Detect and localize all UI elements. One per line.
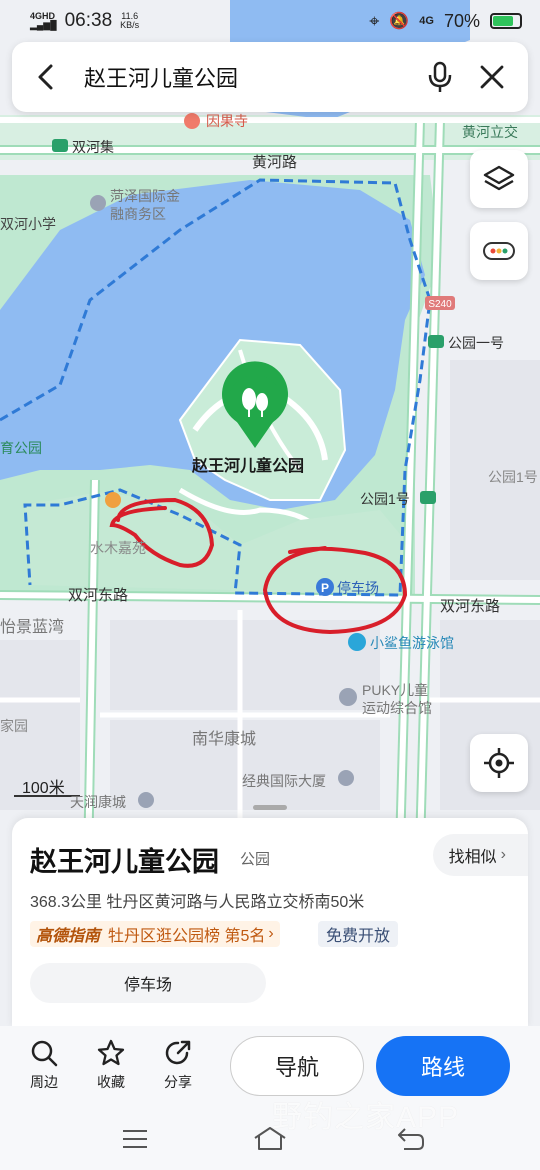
poi-shuanghe-ji[interactable]: 双河集 (72, 137, 114, 157)
nearby-button[interactable]: 周边 (19, 1038, 69, 1092)
share-icon (165, 1040, 191, 1065)
place-address: 368.3公里 牡丹区黄河路与人民路立交桥南50米 (30, 894, 365, 911)
poi-yinguo-temple[interactable]: 因果寺 (206, 111, 248, 131)
swimming-icon (348, 633, 366, 651)
place-card[interactable]: 赵王河儿童公园 公园 找相似 › 368.3公里 牡丹区黄河路与人民路立交桥南5… (12, 818, 528, 1028)
place-title: 赵王河儿童公园 (30, 847, 219, 877)
back-arrow-icon (38, 64, 53, 90)
star-icon (97, 1039, 125, 1066)
poi-shuanghe-school[interactable]: 双河小学 (0, 214, 56, 234)
chevron-right-icon: › (500, 846, 506, 863)
free-tag: 免费开放 (318, 921, 399, 947)
poi-xiaoshayu[interactable]: 小鲨鱼游泳馆 (370, 633, 454, 653)
road-huanghe: 黄河路 (252, 154, 298, 171)
building-icon (138, 792, 154, 808)
poi-puky[interactable]: PUKY儿童运动综合馆 (362, 681, 442, 717)
search-bar: 赵王河儿童公园 (12, 42, 528, 112)
poi-huanghe-interchange[interactable]: 黄河立交 (462, 122, 518, 142)
road-shuanghe-east-right: 双河东路 (440, 598, 501, 615)
bus-stop-icon (428, 335, 444, 348)
poi-gongyuan-yihao[interactable]: 公园一号 (448, 333, 504, 353)
close-button[interactable] (466, 51, 518, 103)
parking-button[interactable]: 停车场 (30, 963, 266, 1003)
share-button[interactable]: 分享 (153, 1038, 203, 1092)
poi-heze-finance[interactable]: 菏泽国际金融商务区 (110, 187, 190, 223)
net-speed: 11.6 KB/s (120, 11, 140, 30)
battery-percent: 70% (443, 10, 480, 31)
status-bar: 4GHD ▂▄▆█ 06:38 11.6 KB/s ⌖ 🔕 4G 70% (0, 0, 540, 42)
poi-yijing-lanwan[interactable]: 怡景蓝湾 (0, 613, 64, 637)
poi-jingdian-dasha[interactable]: 经典国际大厦 (242, 771, 326, 791)
watermark: 野钓之家APP (272, 1101, 460, 1134)
more-tools-button[interactable] (470, 222, 528, 280)
clock: 06:38 (64, 10, 113, 31)
favorite-button[interactable]: 收藏 (86, 1038, 136, 1092)
locate-icon (484, 748, 514, 778)
building-icon (90, 195, 106, 211)
route-button[interactable]: 路线 (376, 1036, 510, 1096)
find-similar-button[interactable]: 找相似 › (432, 834, 528, 876)
bus-stop-icon (420, 491, 436, 504)
place-category: 公园 (240, 851, 271, 868)
layers-button[interactable] (470, 150, 528, 208)
signal-4g-indicator: 4G (419, 15, 434, 27)
road-s240-label: S240 (428, 299, 452, 310)
chevron-right-icon: › (268, 925, 274, 942)
temple-icon (184, 113, 200, 129)
poi-gongyuan-1[interactable]: 公园1号 (360, 489, 410, 509)
scale-label: 100米 (22, 780, 65, 797)
svg-text:P: P (321, 581, 329, 595)
battery-icon (490, 13, 522, 29)
building-icon (338, 770, 354, 786)
network-indicator: 4GHD ▂▄▆█ (30, 11, 57, 30)
guide-brand: 高德指南 (36, 928, 101, 945)
poi-shuimu-jiayuan[interactable]: 水木嘉苑 (90, 538, 146, 558)
apps-icon (483, 242, 515, 260)
microphone-icon (428, 61, 452, 92)
sports-icon (339, 688, 357, 706)
poi-jiayuan[interactable]: 家园 (0, 716, 28, 736)
food-icon (105, 492, 121, 508)
navigate-button[interactable]: 导航 (230, 1036, 364, 1096)
poi-gongyuan-1-far[interactable]: 公园1号 (488, 467, 538, 487)
poi-parking-lot[interactable]: 停车场 (337, 578, 379, 598)
layers-icon (483, 165, 515, 191)
voice-button[interactable] (414, 51, 466, 103)
back-button[interactable] (20, 51, 72, 103)
mute-icon: 🔕 (389, 13, 410, 30)
poi-nanhua-kangcheng[interactable]: 南华康城 (192, 725, 256, 749)
ranking-badge[interactable]: 高德指南 牡丹区逛公园榜 第5名 › (30, 921, 280, 947)
poi-tianrun-kangcheng[interactable]: 天润康城 (70, 792, 126, 812)
card-drag-handle[interactable] (253, 805, 287, 810)
poi-park-label[interactable]: 赵王河儿童公园 (192, 452, 304, 476)
ranking-text: 牡丹区逛公园榜 第5名 (108, 928, 266, 945)
locate-button[interactable] (470, 734, 528, 792)
location-icon: ⌖ (369, 10, 380, 31)
search-icon (31, 1040, 58, 1067)
menu-icon[interactable] (121, 1128, 149, 1150)
bus-stop-icon (52, 139, 68, 152)
close-icon (480, 65, 504, 89)
road-shuanghe-east-left: 双河东路 (68, 587, 129, 604)
signal-icon: ▂▄▆█ (30, 20, 57, 30)
poi-yu-park[interactable]: 育公园 (0, 438, 42, 458)
search-input[interactable]: 赵王河儿童公园 (72, 61, 414, 93)
